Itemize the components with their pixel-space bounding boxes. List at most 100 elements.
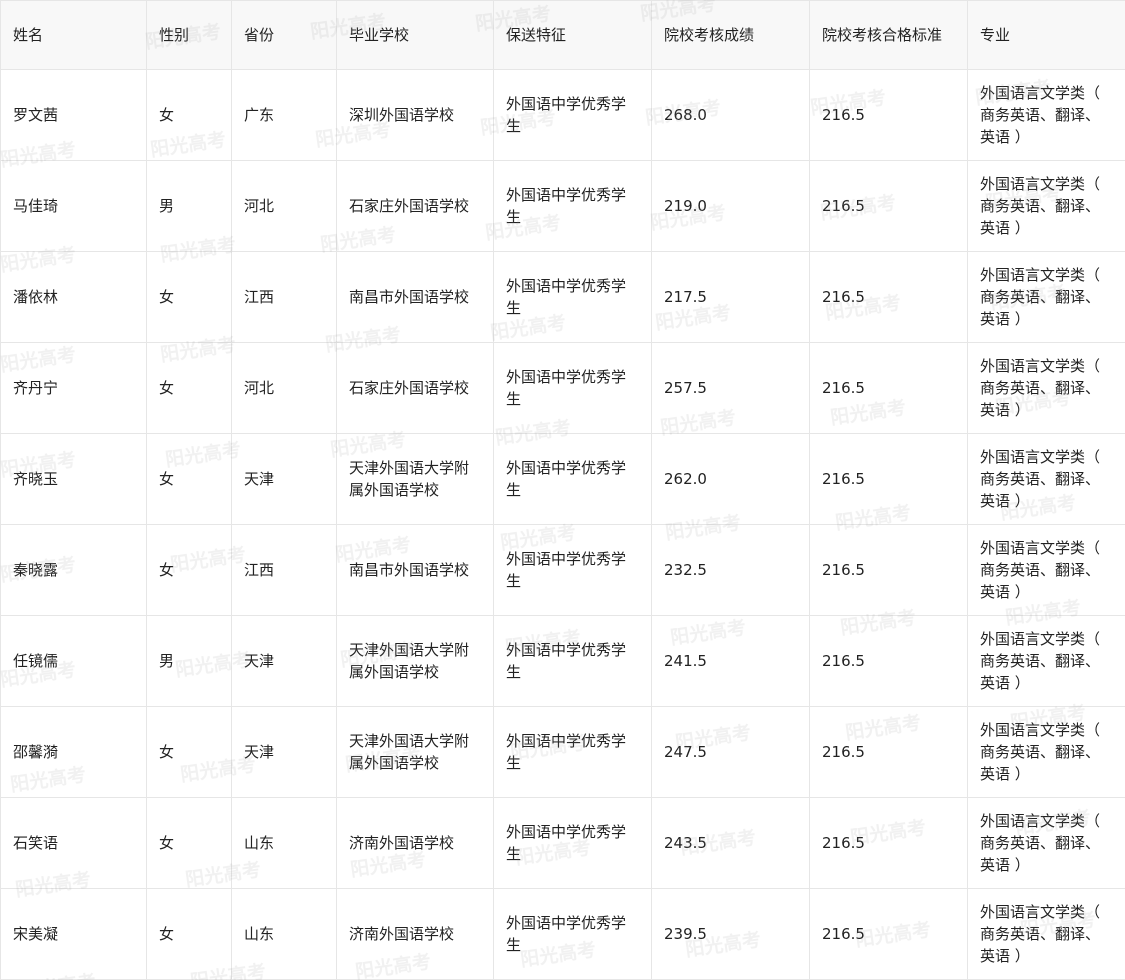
- cell-pass-standard: 216.5: [809, 251, 968, 343]
- cell-feature: 外国语中学优秀学生: [493, 69, 652, 161]
- cell-school: 济南外国语学校: [336, 797, 494, 889]
- cell-gender: 女: [146, 888, 232, 980]
- table-row: 任镜儒男天津 天津外国语大学附属外国语学校 外国语中学优秀学生 241.5 216.5 外…: [0, 615, 1125, 707]
- cell-province: 山东: [231, 888, 337, 980]
- table-row: 宋美凝女山东 济南外国语学校 外国语中学优秀学生 239.5 216.5 外国语言文学类（…: [0, 888, 1125, 980]
- cell-school: 天津外国语大学附属外国语学校: [336, 615, 494, 707]
- cell-province: 河北: [231, 160, 337, 252]
- cell-major: 外国语言文学类（ 商务英语、翻译、英语 ）: [967, 888, 1125, 980]
- cell-feature: 外国语中学优秀学生: [493, 615, 652, 707]
- cell-name: 齐晓玉: [0, 433, 147, 525]
- header-score: 院校考核成绩: [651, 0, 810, 70]
- table-body: 罗文茜女广东 深圳外国语学校 外国语中学优秀学生 268.0 216.5 外国语言文学类（…: [0, 69, 1125, 980]
- header-major: 专业: [967, 0, 1125, 70]
- cell-gender: 女: [146, 524, 232, 616]
- cell-name: 邵馨漪: [0, 706, 147, 798]
- cell-name: 任镜儒: [0, 615, 147, 707]
- table-row: 秦晓露女江西 南昌市外国语学校 外国语中学优秀学生 232.5 216.5 外国语言文学类…: [0, 524, 1125, 616]
- cell-gender: 男: [146, 615, 232, 707]
- cell-school: 石家庄外国语学校: [336, 342, 494, 434]
- cell-name: 宋美凝: [0, 888, 147, 980]
- cell-gender: 女: [146, 342, 232, 434]
- table-row: 齐晓玉女天津 天津外国语大学附属外国语学校 外国语中学优秀学生 262.0 216.5 外…: [0, 433, 1125, 525]
- cell-school: 济南外国语学校: [336, 888, 494, 980]
- table-row: 齐丹宁女河北 石家庄外国语学校 外国语中学优秀学生 257.5 216.5 外国语言文学类…: [0, 342, 1125, 434]
- cell-pass-standard: 216.5: [809, 888, 968, 980]
- cell-feature: 外国语中学优秀学生: [493, 342, 652, 434]
- cell-school: 南昌市外国语学校: [336, 524, 494, 616]
- table-row: 罗文茜女广东 深圳外国语学校 外国语中学优秀学生 268.0 216.5 外国语言文学类（…: [0, 69, 1125, 161]
- cell-score: 243.5: [651, 797, 810, 889]
- cell-province: 江西: [231, 251, 337, 343]
- cell-score: 262.0: [651, 433, 810, 525]
- header-school: 毕业学校: [336, 0, 494, 70]
- cell-name: 马佳琦: [0, 160, 147, 252]
- table-row: 石笑语女山东 济南外国语学校 外国语中学优秀学生 243.5 216.5 外国语言文学类（…: [0, 797, 1125, 889]
- cell-feature: 外国语中学优秀学生: [493, 433, 652, 525]
- cell-feature: 外国语中学优秀学生: [493, 524, 652, 616]
- cell-gender: 女: [146, 69, 232, 161]
- cell-feature: 外国语中学优秀学生: [493, 251, 652, 343]
- cell-name: 石笑语: [0, 797, 147, 889]
- cell-province: 广东: [231, 69, 337, 161]
- header-name: 姓名: [0, 0, 147, 70]
- cell-major: 外国语言文学类（ 商务英语、翻译、英语 ）: [967, 433, 1125, 525]
- cell-gender: 女: [146, 706, 232, 798]
- cell-province: 河北: [231, 342, 337, 434]
- cell-major: 外国语言文学类（ 商务英语、翻译、英语 ）: [967, 69, 1125, 161]
- cell-score: 241.5: [651, 615, 810, 707]
- cell-province: 江西: [231, 524, 337, 616]
- cell-major: 外国语言文学类（ 商务英语、翻译、英语 ）: [967, 524, 1125, 616]
- cell-major: 外国语言文学类（ 商务英语、翻译、英语 ）: [967, 706, 1125, 798]
- cell-name: 秦晓露: [0, 524, 147, 616]
- header-pass-standard: 院校考核合格标准: [809, 0, 968, 70]
- header-province: 省份: [231, 0, 337, 70]
- cell-score: 268.0: [651, 69, 810, 161]
- cell-gender: 女: [146, 433, 232, 525]
- cell-province: 山东: [231, 797, 337, 889]
- table-row: 马佳琦男河北 石家庄外国语学校 外国语中学优秀学生 219.0 216.5 外国语言文学类…: [0, 160, 1125, 252]
- cell-score: 232.5: [651, 524, 810, 616]
- cell-school: 深圳外国语学校: [336, 69, 494, 161]
- cell-pass-standard: 216.5: [809, 524, 968, 616]
- cell-name: 齐丹宁: [0, 342, 147, 434]
- cell-major: 外国语言文学类（ 商务英语、翻译、英语 ）: [967, 615, 1125, 707]
- cell-school: 石家庄外国语学校: [336, 160, 494, 252]
- cell-major: 外国语言文学类（ 商务英语、翻译、英语 ）: [967, 251, 1125, 343]
- cell-score: 217.5: [651, 251, 810, 343]
- cell-pass-standard: 216.5: [809, 160, 968, 252]
- cell-school: 天津外国语大学附属外国语学校: [336, 433, 494, 525]
- cell-name: 罗文茜: [0, 69, 147, 161]
- cell-pass-standard: 216.5: [809, 615, 968, 707]
- cell-name: 潘依林: [0, 251, 147, 343]
- table-row: 邵馨漪女天津 天津外国语大学附属外国语学校 外国语中学优秀学生 247.5 216.5 外…: [0, 706, 1125, 798]
- header-row: 姓名 性别 省份 毕业学校 保送特征 院校考核成绩 院校考核合格标准 专业: [0, 0, 1125, 70]
- cell-pass-standard: 216.5: [809, 797, 968, 889]
- cell-feature: 外国语中学优秀学生: [493, 706, 652, 798]
- cell-major: 外国语言文学类（ 商务英语、翻译、英语 ）: [967, 342, 1125, 434]
- cell-school: 南昌市外国语学校: [336, 251, 494, 343]
- header-gender: 性别: [146, 0, 232, 70]
- cell-feature: 外国语中学优秀学生: [493, 797, 652, 889]
- cell-feature: 外国语中学优秀学生: [493, 888, 652, 980]
- cell-school: 天津外国语大学附属外国语学校: [336, 706, 494, 798]
- cell-score: 257.5: [651, 342, 810, 434]
- cell-province: 天津: [231, 706, 337, 798]
- cell-province: 天津: [231, 615, 337, 707]
- cell-score: 219.0: [651, 160, 810, 252]
- header-feature: 保送特征: [493, 0, 652, 70]
- cell-gender: 男: [146, 160, 232, 252]
- cell-feature: 外国语中学优秀学生: [493, 160, 652, 252]
- admission-table: 姓名 性别 省份 毕业学校 保送特征 院校考核成绩 院校考核合格标准 专业 罗文…: [0, 0, 1125, 980]
- table-row: 潘依林女江西 南昌市外国语学校 外国语中学优秀学生 217.5 216.5 外国语言文学类…: [0, 251, 1125, 343]
- cell-province: 天津: [231, 433, 337, 525]
- cell-score: 247.5: [651, 706, 810, 798]
- cell-pass-standard: 216.5: [809, 706, 968, 798]
- cell-pass-standard: 216.5: [809, 342, 968, 434]
- cell-gender: 女: [146, 797, 232, 889]
- cell-gender: 女: [146, 251, 232, 343]
- cell-major: 外国语言文学类（ 商务英语、翻译、英语 ）: [967, 160, 1125, 252]
- table-header: 姓名 性别 省份 毕业学校 保送特征 院校考核成绩 院校考核合格标准 专业: [0, 0, 1125, 70]
- cell-pass-standard: 216.5: [809, 69, 968, 161]
- cell-major: 外国语言文学类（ 商务英语、翻译、英语 ）: [967, 797, 1125, 889]
